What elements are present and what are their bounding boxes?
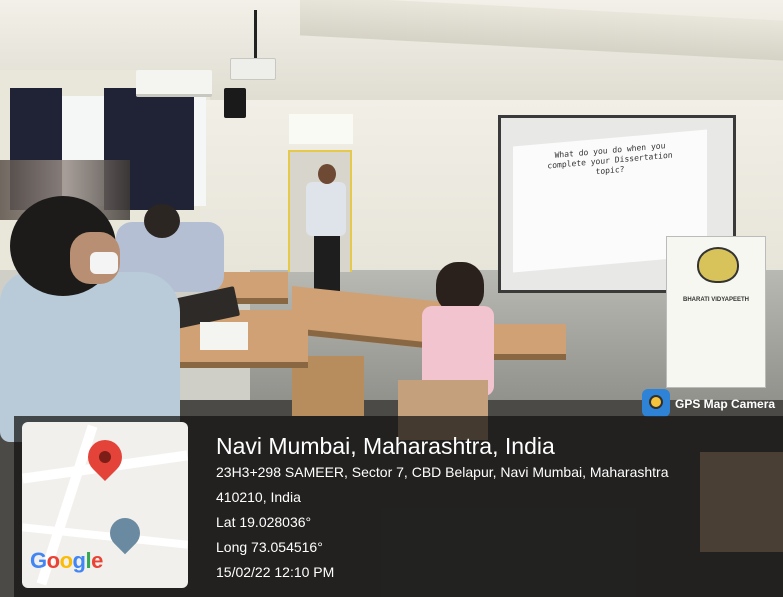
location-pin-center — [99, 451, 111, 463]
camera-lens — [649, 395, 663, 409]
projector-mount — [254, 10, 257, 60]
projector — [230, 58, 276, 80]
longitude: Long 73.054516° — [216, 539, 323, 555]
camera-icon — [642, 389, 670, 417]
face-mask — [90, 252, 118, 274]
slide-text: What do you do when you complete your Di… — [525, 139, 695, 184]
logo-letter: o — [46, 548, 60, 573]
presenter-trousers — [314, 234, 340, 296]
wall-speaker — [224, 88, 246, 118]
address-line: 23H3+298 SAMEER, Sector 7, CBD Belapur, … — [216, 464, 669, 480]
logo-letter: g — [72, 548, 86, 573]
gps-camera-label: GPS Map Camera — [675, 397, 776, 411]
student-hair — [436, 262, 484, 312]
logo-letter: e — [91, 548, 103, 573]
presenter — [306, 182, 346, 236]
map-road — [22, 523, 188, 549]
logo-letter: G — [30, 548, 47, 573]
emblem-logo — [697, 247, 739, 283]
notebook-paper — [200, 322, 248, 350]
address-line: 410210, India — [216, 489, 301, 505]
banner-title: BHARATI VIDYAPEETH — [682, 297, 749, 303]
logo-letter: o — [59, 548, 73, 573]
timestamp: 15/02/22 12:10 PM — [216, 564, 335, 580]
student-head — [144, 204, 180, 238]
google-logo: Google — [30, 548, 103, 574]
window — [192, 96, 206, 206]
latitude: Lat 19.028036° — [216, 514, 312, 530]
location-title: Navi Mumbai, Maharashtra, India — [216, 433, 555, 459]
door-sign — [289, 114, 353, 144]
presenter-head — [318, 164, 336, 184]
standee-banner: BHARATI VIDYAPEETH — [666, 236, 766, 388]
air-conditioner — [136, 70, 212, 97]
classroom-photo: What do you do when you complete your Di… — [0, 0, 783, 597]
